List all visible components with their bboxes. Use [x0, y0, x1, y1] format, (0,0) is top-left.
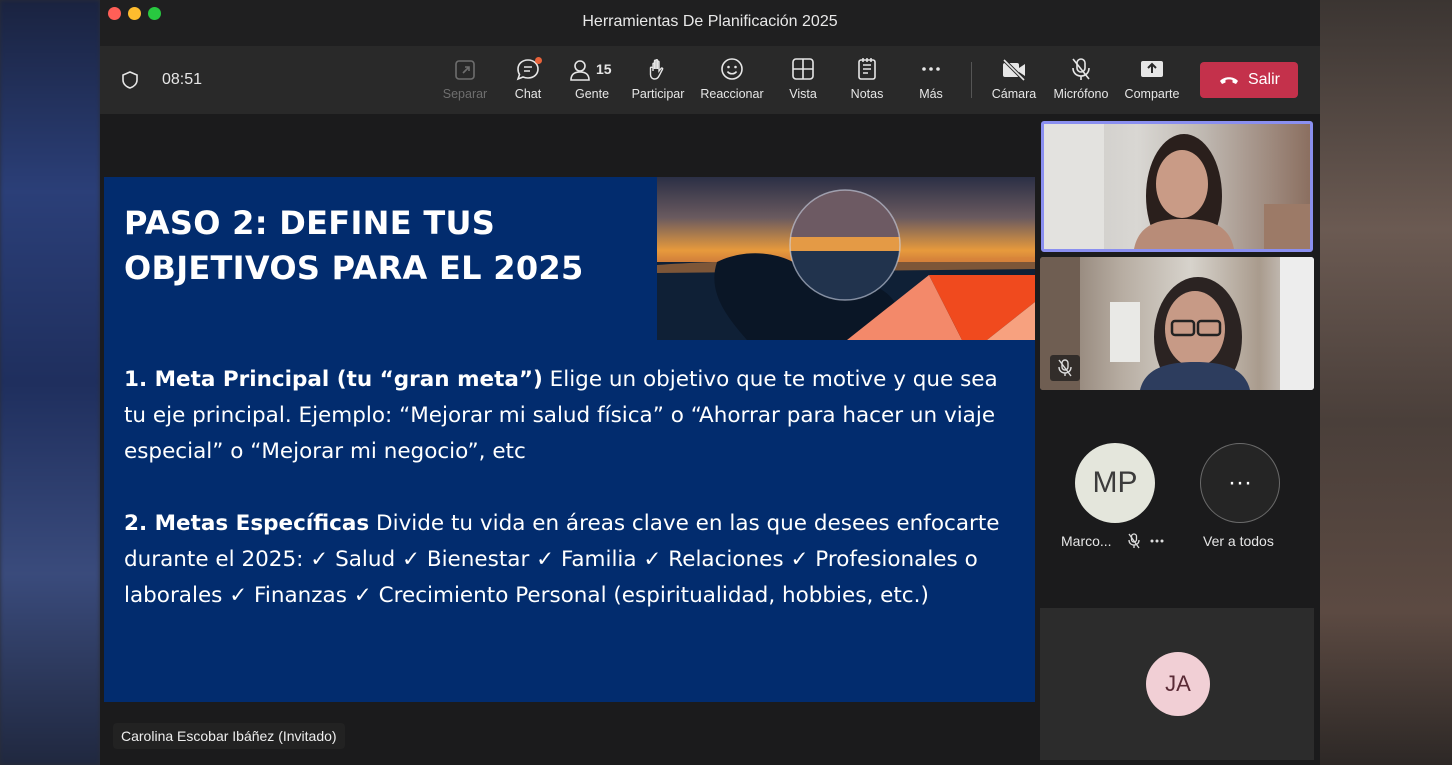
participant-video-feed — [1044, 124, 1310, 249]
participant-tile-ja[interactable]: JA — [1040, 608, 1314, 760]
people-count: 15 — [596, 61, 612, 77]
more-horizontal-icon — [922, 67, 940, 71]
muted-indicator — [1050, 355, 1080, 381]
leave-button[interactable]: Salir — [1200, 62, 1298, 98]
mic-off-icon — [1072, 58, 1090, 80]
notas-button[interactable]: Notas — [848, 56, 886, 108]
gente-button[interactable]: 15 Gente — [566, 56, 618, 108]
see-all-participants-button[interactable]: ··· — [1200, 443, 1280, 523]
window-title: Herramientas De Planificación 2025 — [582, 13, 838, 30]
more-horizontal-icon: ··· — [1228, 469, 1252, 496]
mic-off-icon — [1128, 533, 1140, 549]
mic-off-icon — [1058, 359, 1072, 377]
crystal-ball-photo — [657, 177, 1035, 340]
meeting-timer: 08:51 — [162, 71, 203, 88]
toolbar-divider — [971, 62, 972, 98]
microfono-button[interactable]: Micrófono — [1050, 56, 1112, 108]
participant-avatar-ja: JA — [1146, 652, 1210, 716]
chat-unread-dot — [535, 57, 542, 64]
participar-button[interactable]: Participar — [628, 56, 688, 108]
presenter-name-tag: Carolina Escobar Ibáñez (Invitado) — [113, 723, 345, 749]
shield-icon[interactable] — [120, 70, 140, 90]
background-right-blur — [1320, 0, 1452, 765]
notes-icon — [858, 58, 876, 80]
raise-hand-icon — [649, 59, 664, 80]
chat-button[interactable]: Chat — [510, 56, 546, 108]
see-all-label[interactable]: Ver a todos — [1203, 533, 1274, 549]
presentation-slide: PASO 2: DEFINE TUS OBJETIVOS PARA EL 202… — [104, 177, 1035, 702]
slide-title: PASO 2: DEFINE TUS OBJETIVOS PARA EL 202… — [124, 204, 584, 287]
slide-item-2: 2. Metas Específicas Divide tu vida en á… — [124, 511, 1000, 608]
reaccionar-button[interactable]: Reaccionar — [698, 56, 766, 108]
active-speaker-video[interactable] — [1041, 121, 1313, 252]
slide-item-1: 1. Meta Principal (tu “gran meta”) Elige… — [124, 367, 998, 464]
camera-off-icon — [1002, 58, 1026, 82]
participant-video-feed — [1040, 257, 1314, 390]
meeting-toolbar: 08:51 Separar Chat 15 Gente Participar R… — [100, 46, 1320, 114]
crystal-ball-illustration — [657, 189, 1035, 340]
meeting-window: Herramientas De Planificación 2025 08:51… — [100, 0, 1320, 765]
people-icon — [570, 60, 590, 81]
popout-icon — [455, 60, 475, 80]
participant-options-icon[interactable] — [1148, 532, 1166, 550]
camara-button[interactable]: Cámara — [988, 56, 1040, 108]
separar-button[interactable]: Separar — [440, 56, 490, 108]
participant-avatar-mp[interactable]: MP — [1075, 443, 1155, 523]
share-screen-icon — [1141, 61, 1163, 77]
slide-body: 1. Meta Principal (tu “gran meta”) Elige… — [124, 362, 1024, 650]
title-bar: Herramientas De Planificación 2025 — [100, 0, 1320, 46]
grid-view-icon — [792, 58, 814, 80]
mas-button[interactable]: Más — [914, 56, 948, 108]
shared-screen-area: PASO 2: DEFINE TUS OBJETIVOS PARA EL 202… — [100, 114, 1035, 765]
participant-name-mp: Marco... — [1061, 533, 1112, 549]
participant-video-2[interactable] — [1040, 257, 1314, 390]
smiley-icon — [721, 58, 743, 80]
compartir-button[interactable]: Comparte — [1122, 56, 1182, 108]
hang-up-icon — [1219, 77, 1238, 84]
background-left-blur — [0, 0, 100, 765]
vista-button[interactable]: Vista — [786, 56, 820, 108]
